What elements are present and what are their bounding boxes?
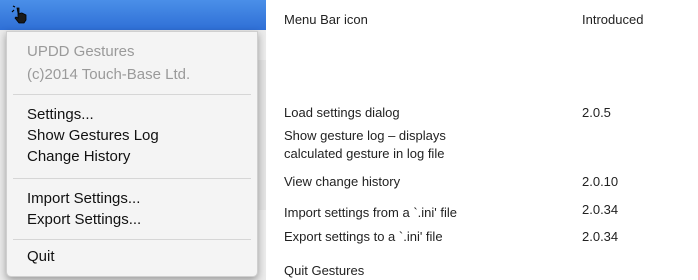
row-description: View change history xyxy=(284,174,401,189)
gesture-hand-icon[interactable] xyxy=(10,4,32,26)
column-header-introduced: Introduced xyxy=(582,12,644,27)
column-header-menu-bar-icon: Menu Bar icon xyxy=(284,12,368,27)
row-description: Import settings from a `.ini' file xyxy=(284,205,457,220)
row-version: 2.0.34 xyxy=(582,202,619,217)
row-description: Export settings to a `.ini' file xyxy=(284,229,443,244)
menu-item-import-settings[interactable]: Import Settings... xyxy=(27,189,140,209)
menu-item-change-history[interactable]: Change History xyxy=(27,147,130,167)
menu-bar xyxy=(0,0,266,30)
menu-screenshot: UPDD Gestures (c)2014 Touch-Base Ltd. Se… xyxy=(0,0,266,280)
row-description: Quit Gestures xyxy=(284,263,365,278)
row-description: calculated gesture in log file xyxy=(284,146,445,161)
menu-header-copyright: (c)2014 Touch-Base Ltd. xyxy=(27,66,191,83)
row-version: 2.0.10 xyxy=(582,174,619,189)
dropdown-menu: UPDD Gestures (c)2014 Touch-Base Ltd. Se… xyxy=(6,31,258,277)
row-version: 2.0.34 xyxy=(582,229,619,244)
menu-separator xyxy=(13,239,251,240)
menu-separator xyxy=(13,178,251,179)
menu-item-quit[interactable]: Quit xyxy=(27,247,55,267)
menu-separator xyxy=(13,94,251,95)
row-version: 2.0.5 xyxy=(582,105,611,120)
row-description: Show gesture log – displays xyxy=(284,128,446,143)
menu-item-settings[interactable]: Settings... xyxy=(27,105,94,125)
menu-item-export-settings[interactable]: Export Settings... xyxy=(27,210,141,230)
menu-header-title: UPDD Gestures xyxy=(27,43,135,60)
menu-item-show-gestures-log[interactable]: Show Gestures Log xyxy=(27,126,159,146)
row-description: Load settings dialog xyxy=(284,105,400,120)
background-window xyxy=(258,60,266,210)
